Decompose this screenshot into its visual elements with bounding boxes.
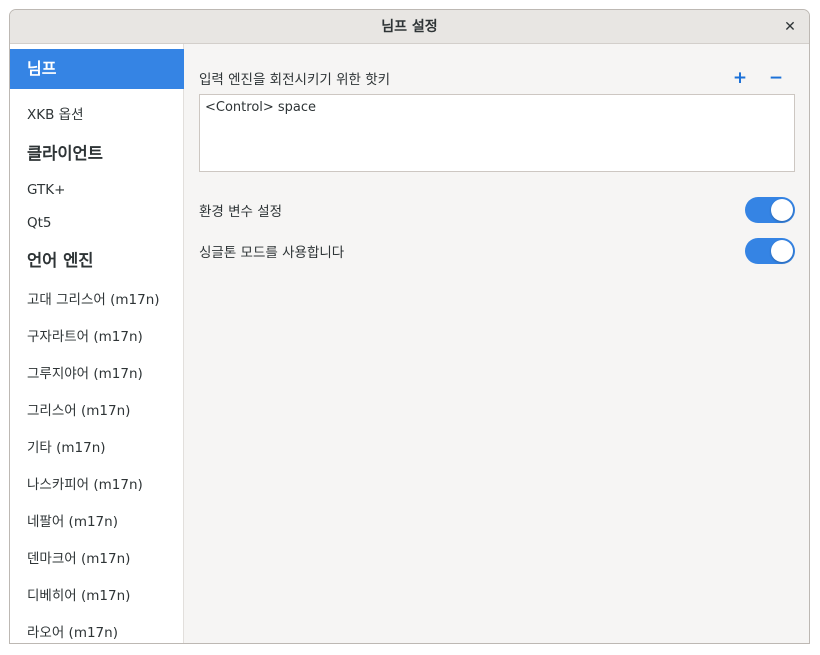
toggle-knob — [771, 240, 793, 262]
sidebar-item-nimf[interactable]: 님프 — [10, 49, 184, 89]
plus-icon: + — [732, 68, 748, 88]
close-button[interactable]: ✕ — [779, 16, 801, 38]
hotkey-list-item[interactable]: <Control> space — [205, 100, 789, 115]
sidebar-item-label: 디베히어 (m17n) — [27, 588, 131, 604]
sidebar-item-engine[interactable]: 기타 (m17n) — [10, 436, 184, 460]
sidebar-item-label: GTK+ — [27, 182, 66, 198]
sidebar-item-engine[interactable]: 덴마크어 (m17n) — [10, 547, 184, 571]
sidebar-item-xkb-options[interactable]: XKB 옵션 — [10, 103, 184, 127]
singleton-mode-label: 싱글톤 모드를 사용합니다 — [199, 245, 345, 261]
title-bar: 님프 설정 ✕ — [10, 10, 809, 44]
settings-panel: 입력 엔진을 회전시키기 위한 핫키 + − <Control> space 환… — [184, 44, 809, 643]
sidebar-item-label: 님프 — [27, 59, 57, 78]
sidebar-item-label: 덴마크어 (m17n) — [27, 551, 131, 567]
add-hotkey-button[interactable]: + — [729, 68, 751, 90]
sidebar-item-engine[interactable]: 네팔어 (m17n) — [10, 510, 184, 534]
sidebar-item-engine[interactable]: 구자라트어 (m17n) — [10, 325, 184, 349]
sidebar-header-label: 언어 엔진 — [27, 251, 94, 270]
window-title: 님프 설정 — [381, 19, 438, 35]
sidebar: 님프 XKB 옵션 클라이언트 GTK+ Qt5 언어 엔진 고대 그리스어 (… — [10, 44, 184, 643]
sidebar-item-label: 그루지야어 (m17n) — [27, 366, 143, 382]
sidebar-item-engine[interactable]: 디베히어 (m17n) — [10, 584, 184, 608]
sidebar-header-label: 클라이언트 — [27, 144, 103, 163]
singleton-mode-toggle[interactable] — [745, 238, 795, 264]
sidebar-item-label: 기타 (m17n) — [27, 440, 106, 456]
sidebar-item-engine[interactable]: 고대 그리스어 (m17n) — [10, 288, 184, 312]
hotkey-list[interactable]: <Control> space — [199, 94, 795, 172]
sidebar-item-engine[interactable]: 라오어 (m17n) — [10, 621, 184, 643]
sidebar-header-clients: 클라이언트 — [10, 140, 184, 168]
minus-icon: − — [768, 68, 784, 88]
sidebar-item-engine[interactable]: 나스카피어 (m17n) — [10, 473, 184, 497]
sidebar-item-label: XKB 옵션 — [27, 107, 84, 123]
sidebar-item-engine[interactable]: 그리스어 (m17n) — [10, 399, 184, 423]
hotkey-section-label: 입력 엔진을 회전시키기 위한 핫키 — [199, 72, 391, 88]
env-vars-toggle[interactable] — [745, 197, 795, 223]
sidebar-item-gtk[interactable]: GTK+ — [10, 178, 184, 202]
settings-window: 님프 설정 ✕ 님프 XKB 옵션 클라이언트 GTK+ Qt5 언어 엔진 고… — [9, 9, 810, 644]
close-icon: ✕ — [784, 19, 796, 35]
sidebar-item-label: 라오어 (m17n) — [27, 625, 118, 641]
sidebar-item-label: 나스카피어 (m17n) — [27, 477, 143, 493]
sidebar-item-label: 구자라트어 (m17n) — [27, 329, 143, 345]
sidebar-header-language-engines: 언어 엔진 — [10, 247, 184, 275]
sidebar-item-engine[interactable]: 그루지야어 (m17n) — [10, 362, 184, 386]
sidebar-item-label: 네팔어 (m17n) — [27, 514, 118, 530]
remove-hotkey-button[interactable]: − — [765, 68, 787, 90]
sidebar-item-label: 그리스어 (m17n) — [27, 403, 131, 419]
sidebar-item-qt5[interactable]: Qt5 — [10, 211, 184, 235]
sidebar-item-label: Qt5 — [27, 215, 52, 231]
sidebar-item-label: 고대 그리스어 (m17n) — [27, 292, 160, 308]
env-vars-label: 환경 변수 설정 — [199, 204, 283, 220]
toggle-knob — [771, 199, 793, 221]
